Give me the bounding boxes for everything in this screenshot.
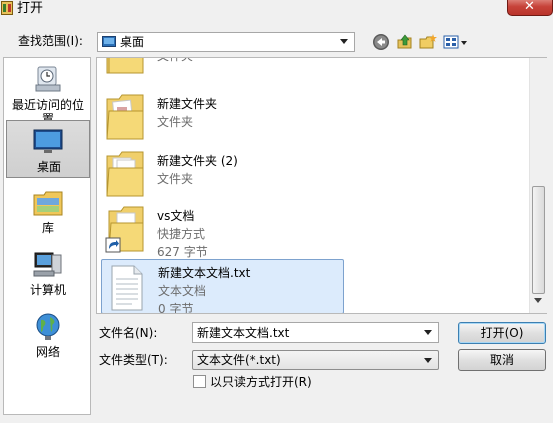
file-name: 新建文本文档.txt (158, 266, 251, 280)
title-bar: 打开 ✕ (0, 0, 553, 20)
look-in-value: 桌面 (120, 35, 145, 49)
file-type-value: 文本文件(*.txt) (197, 353, 281, 367)
chevron-down-icon[interactable] (424, 330, 432, 335)
file-type-label: 文件类型(T): (99, 353, 168, 367)
place-label: 桌面 (36, 160, 61, 174)
file-type: 快捷方式 (157, 227, 206, 241)
app-icon (1, 1, 13, 15)
close-button[interactable]: ✕ (507, 0, 553, 16)
place-label: 计算机 (29, 283, 66, 297)
cancel-button[interactable]: 取消 (458, 349, 546, 371)
place-library[interactable]: 库 (7, 186, 89, 236)
file-type: 文件夹 (157, 172, 194, 186)
file-item-text-document[interactable]: 新建文本文档.txt 文本文档 0 字节 (101, 259, 344, 314)
file-name-input[interactable]: 新建文本文档.txt (192, 322, 439, 343)
open-button[interactable]: 打开(O) (458, 322, 546, 344)
file-item-folder[interactable]: 新建文件夹 (2) 文件夹 (101, 147, 344, 203)
close-icon: ✕ (524, 0, 535, 14)
computer-icon (33, 252, 62, 277)
places-bar: 最近访问的位置 桌面 库 计算机 网络 (3, 57, 91, 415)
chevron-down-icon (340, 39, 348, 44)
file-item-folder[interactable]: 文件夹 (101, 58, 344, 80)
up-folder-icon[interactable] (396, 33, 414, 51)
window-title: 打开 (17, 1, 44, 16)
read-only-checkbox[interactable] (193, 375, 206, 388)
file-size: 0 字节 (158, 302, 194, 314)
file-type: 文件夹 (157, 115, 194, 129)
file-size: 627 字节 (157, 245, 208, 259)
place-label: 网络 (35, 345, 60, 359)
look-in-dropdown[interactable]: 桌面 (97, 32, 355, 52)
place-label: 库 (41, 221, 54, 235)
desktop-icon (33, 129, 63, 153)
file-name: 新建文件夹 (157, 97, 218, 111)
file-item-folder[interactable]: 新建文件夹 文件夹 (101, 90, 344, 146)
folder-icon (106, 151, 144, 197)
place-desktop[interactable]: 桌面 (6, 120, 90, 178)
file-type-dropdown[interactable]: 文本文件(*.txt) (192, 350, 439, 370)
text-file-icon (111, 265, 143, 311)
file-name: 新建文件夹 (2) (157, 154, 238, 168)
file-name-label: 文件名(N): (99, 326, 158, 340)
file-type: 文本文档 (158, 284, 207, 298)
chevron-down-icon (424, 358, 432, 363)
place-recent-locations[interactable]: 最近访问的位置 (7, 60, 89, 126)
network-globe-icon (36, 313, 60, 340)
desktop-icon (102, 36, 116, 47)
back-icon[interactable] (372, 33, 390, 51)
scrollbar-thumb[interactable] (532, 186, 545, 294)
place-computer[interactable]: 计算机 (7, 248, 89, 298)
folder-icon (106, 58, 144, 74)
look-in-label: 查找范围(I): (18, 34, 83, 48)
folder-shortcut-icon (105, 206, 144, 253)
read-only-label[interactable]: 以只读方式打开(R) (210, 374, 312, 390)
file-name-value: 新建文本文档.txt (197, 326, 290, 340)
file-list[interactable]: 文件夹 新建文件夹 文件夹 新建文件夹 (2) 文件夹 vs文档 快 (96, 57, 547, 314)
library-icon (33, 191, 63, 216)
scroll-down-icon[interactable] (534, 298, 542, 303)
place-network[interactable]: 网络 (7, 310, 89, 360)
new-folder-icon[interactable] (419, 33, 437, 51)
recent-locations-icon (35, 66, 61, 92)
folder-icon (106, 94, 144, 140)
view-menu-icon[interactable] (443, 33, 469, 51)
file-item-shortcut[interactable]: vs文档 快捷方式 627 字节 (101, 202, 344, 259)
file-name: vs文档 (157, 209, 195, 223)
file-type: 文件夹 (157, 58, 193, 64)
vertical-scrollbar[interactable] (529, 58, 547, 313)
